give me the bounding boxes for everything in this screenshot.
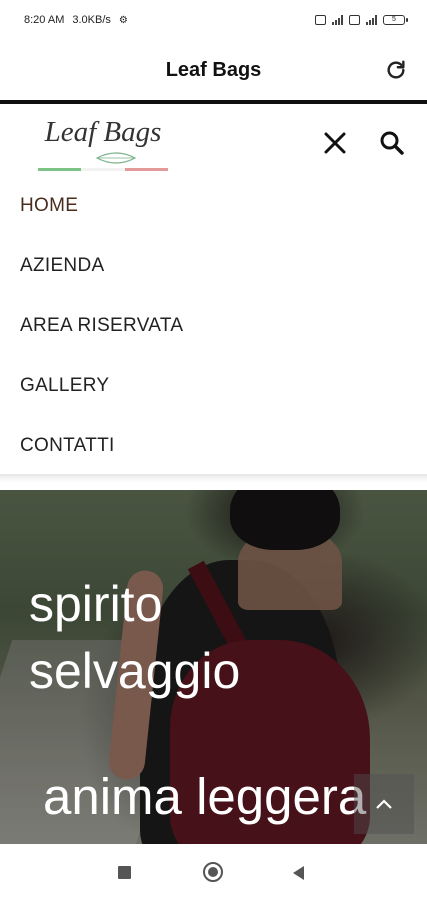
app-bar: Leaf Bags	[0, 40, 427, 100]
nav-menu: HOME AZIENDA AREA RISERVATA GALLERY CONT…	[0, 176, 427, 476]
status-right: 5	[315, 15, 408, 25]
site-header: Leaf Bags	[0, 104, 427, 174]
scroll-top-button[interactable]	[354, 774, 414, 834]
logo-stripe	[38, 168, 168, 171]
status-time: 8:20 AM	[24, 14, 65, 26]
refresh-icon[interactable]	[381, 55, 411, 85]
nav-item-contatti[interactable]: CONTATTI	[0, 416, 427, 476]
nav-item-azienda[interactable]: AZIENDA	[0, 236, 427, 296]
nav-item-home[interactable]: HOME	[0, 176, 427, 236]
sim-icon-2	[349, 15, 360, 25]
logo-text: Leaf Bags	[44, 116, 162, 148]
site-logo[interactable]: Leaf Bags	[38, 114, 168, 172]
recent-apps-button[interactable]	[118, 866, 131, 879]
app-title: Leaf Bags	[165, 58, 262, 81]
hero-line-3: anima leggera	[43, 768, 367, 825]
nav-item-area-riservata[interactable]: AREA RISERVATA	[0, 296, 427, 356]
signal-icon-2	[366, 15, 377, 25]
hero-banner: spirito selvaggio anima leggera	[0, 490, 427, 844]
hero-line-2: selvaggio	[29, 643, 241, 699]
chevron-up-icon	[376, 799, 392, 809]
status-left: 8:20 AM 3.0KB/s ⚙	[24, 14, 128, 26]
close-icon[interactable]	[318, 126, 352, 160]
battery-icon: 5	[383, 15, 408, 25]
system-nav-bar	[0, 844, 427, 900]
nav-item-gallery[interactable]: GALLERY	[0, 356, 427, 416]
status-speed: 3.0KB/s	[72, 14, 111, 26]
status-bar: 8:20 AM 3.0KB/s ⚙ 5	[0, 0, 427, 40]
back-button[interactable]	[293, 866, 304, 880]
hero-line-1: spirito	[29, 576, 163, 632]
leaf-icon	[96, 152, 136, 164]
signal-icon	[332, 15, 343, 25]
sim-icon	[315, 15, 326, 25]
nav-shadow	[0, 474, 427, 482]
search-icon[interactable]	[374, 126, 410, 160]
gear-icon: ⚙	[118, 14, 128, 26]
home-button[interactable]	[203, 862, 223, 882]
